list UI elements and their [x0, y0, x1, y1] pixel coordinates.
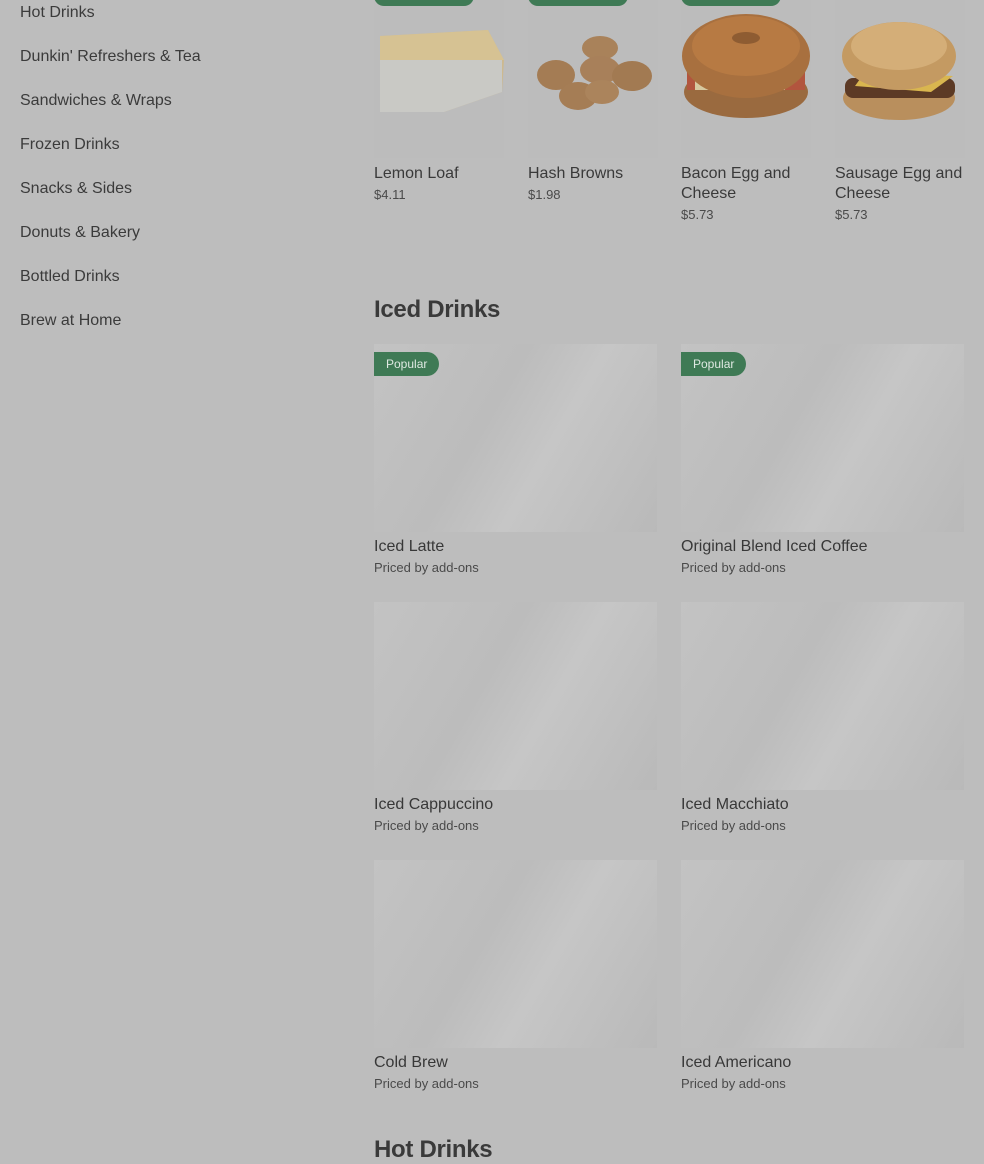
menu-item-card[interactable]: Lemon Loaf $4.11 — [374, 0, 504, 202]
drink-price-note: Priced by add-ons — [681, 818, 786, 833]
sidebar-item-snacks-sides[interactable]: Snacks & Sides — [20, 180, 132, 198]
badge-tab — [374, 0, 474, 6]
drink-name: Iced Latte — [374, 538, 445, 555]
item-name: Lemon Loaf — [374, 165, 459, 182]
item-price: $1.98 — [528, 187, 561, 202]
muffin-sandwich-icon — [842, 22, 956, 120]
sidebar-item-brew-at-home[interactable]: Brew at Home — [20, 312, 121, 330]
drink-price-note: Priced by add-ons — [374, 560, 479, 575]
hash-browns-icon — [537, 36, 652, 110]
drink-image — [374, 860, 657, 1048]
section-title-hot-drinks: Hot Drinks — [374, 1136, 493, 1163]
sidebar-item-donuts-bakery[interactable]: Donuts & Bakery — [20, 224, 140, 242]
drink-price-note: Priced by add-ons — [374, 818, 479, 833]
lemon-loaf-image — [374, 0, 504, 158]
drink-card[interactable]: Iced Cappuccino Priced by add-ons — [374, 602, 657, 833]
drink-name: Iced Macchiato — [681, 796, 789, 813]
item-price: $5.73 — [835, 207, 868, 222]
drink-image — [374, 602, 657, 790]
badge-tab — [528, 0, 628, 6]
menu-item-card[interactable]: Bacon Egg and Cheese $5.73 — [681, 0, 811, 222]
menu-item-card[interactable]: Hash Browns $1.98 — [528, 0, 658, 202]
drink-price-note: Priced by add-ons — [374, 1076, 479, 1091]
sausage-egg-cheese-image — [835, 0, 965, 158]
section-title-iced-drinks: Iced Drinks — [374, 296, 501, 323]
hash-browns-image — [528, 0, 658, 158]
drink-price-note: Priced by add-ons — [681, 560, 786, 575]
drink-image — [681, 860, 964, 1048]
drink-name: Iced Americano — [681, 1054, 792, 1071]
sidebar-item-frozen-drinks[interactable]: Frozen Drinks — [20, 136, 120, 154]
bacon-egg-cheese-image — [681, 0, 811, 158]
popular-badge: Popular — [681, 352, 747, 376]
drink-card[interactable]: Iced Macchiato Priced by add-ons — [681, 602, 964, 833]
sidebar-item-refreshers-tea[interactable]: Dunkin' Refreshers & Tea — [20, 48, 201, 66]
drink-card[interactable]: Popular Original Blend Iced Coffee Price… — [681, 344, 964, 575]
menu-item-card[interactable]: Sausage Egg and Cheese $5.73 — [835, 0, 965, 222]
item-name: Sausage Egg and Cheese — [835, 165, 963, 202]
drink-name: Original Blend Iced Coffee — [681, 538, 868, 555]
drink-card[interactable]: Cold Brew Priced by add-ons — [374, 860, 657, 1091]
item-name: Bacon Egg and Cheese — [681, 165, 791, 202]
drink-card[interactable]: Iced Americano Priced by add-ons — [681, 860, 964, 1091]
drink-image — [681, 602, 964, 790]
item-price: $4.11 — [374, 187, 406, 202]
sidebar-item-sandwiches-wraps[interactable]: Sandwiches & Wraps — [20, 92, 172, 110]
badge-tab — [681, 0, 781, 6]
drink-name: Iced Cappuccino — [374, 796, 494, 813]
item-price: $5.73 — [681, 207, 714, 222]
drink-price-note: Priced by add-ons — [681, 1076, 786, 1091]
drink-card[interactable]: Popular Iced Latte Priced by add-ons — [374, 344, 657, 575]
lemon-loaf-icon — [380, 30, 504, 112]
drink-image: Popular — [681, 344, 964, 532]
sidebar-item-hot-drinks[interactable]: Hot Drinks — [20, 4, 95, 22]
popular-badge: Popular — [374, 352, 440, 376]
drink-image: Popular — [374, 344, 657, 532]
sidebar-item-bottled-drinks[interactable]: Bottled Drinks — [20, 268, 120, 286]
bagel-sandwich-icon — [682, 14, 810, 118]
drink-name: Cold Brew — [374, 1054, 448, 1071]
item-name: Hash Browns — [528, 165, 624, 182]
menu-content: Lemon Loaf $4.11 Hash Browns $1.98 Bacon… — [374, 0, 965, 1163]
